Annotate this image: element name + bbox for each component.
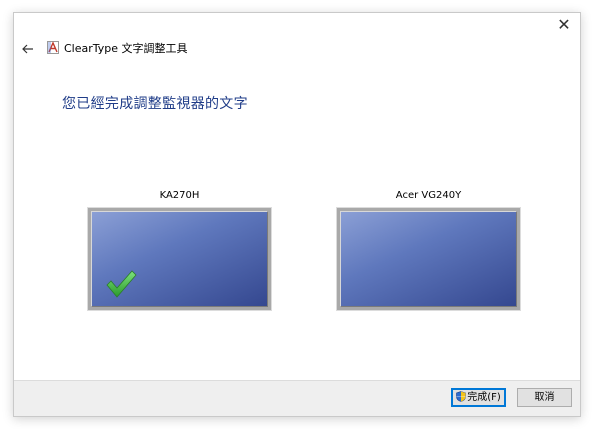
- monitor-2[interactable]: [336, 207, 521, 311]
- window-title: ClearType 文字調整工具: [64, 42, 188, 55]
- close-button[interactable]: ✕: [552, 15, 576, 35]
- cleartype-icon: [47, 41, 59, 54]
- uac-shield-icon: [456, 391, 467, 402]
- monitor-label-2: Acer VG240Y: [395, 190, 462, 201]
- monitor-1[interactable]: [87, 207, 272, 311]
- monitor-label-1: KA270H: [159, 190, 200, 201]
- arrow-left-icon: [22, 44, 33, 54]
- cancel-button[interactable]: 取消: [517, 388, 572, 407]
- cancel-button-label: 取消: [534, 392, 555, 403]
- dialog-footer: 完成(F) 取消: [14, 380, 580, 416]
- monitor-bezel: [340, 211, 517, 307]
- page-title: 您已經完成調整監視器的文字: [62, 96, 248, 112]
- finish-button-label: 完成(F): [467, 392, 501, 403]
- back-button[interactable]: [21, 41, 35, 55]
- checkmark-icon: [106, 270, 137, 298]
- finish-button[interactable]: 完成(F): [451, 388, 506, 407]
- cleartype-dialog: ✕ ClearType 文字調整工具 您已經完成調整監視器的文字 KA270H …: [13, 12, 581, 417]
- close-icon: ✕: [557, 15, 571, 34]
